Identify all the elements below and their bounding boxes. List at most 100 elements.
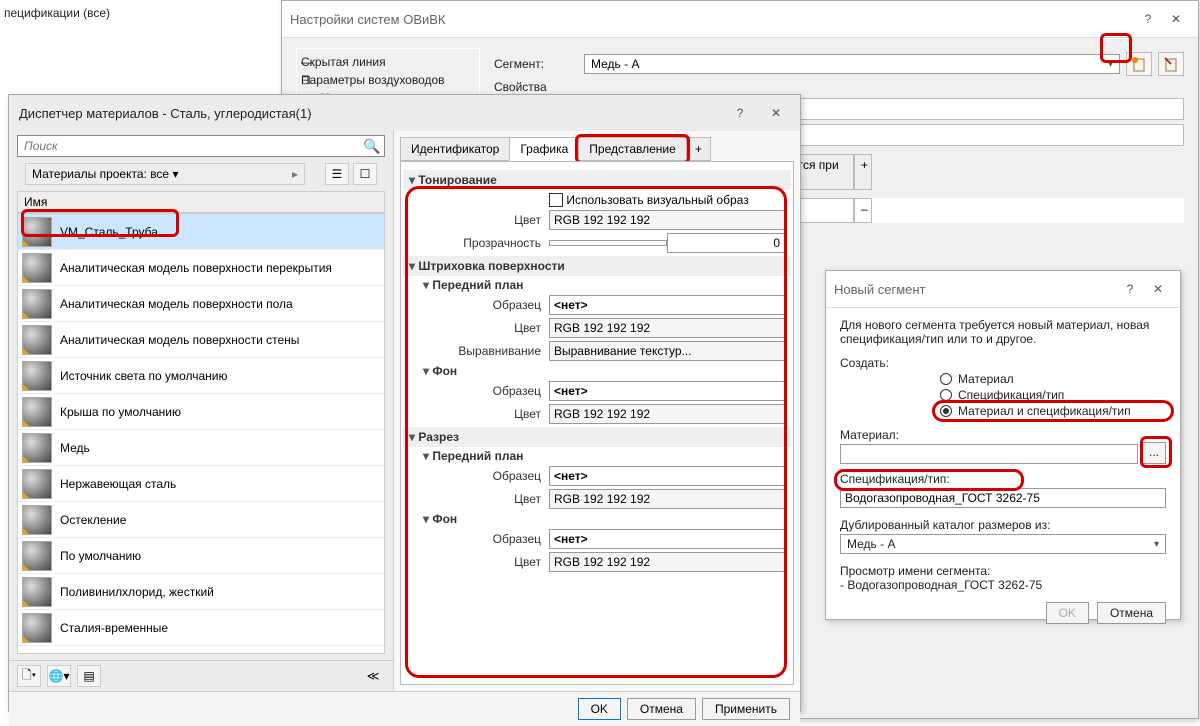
tab-appearance[interactable]: Представление [578, 137, 687, 161]
collapse-panel-icon[interactable]: ≪ [361, 665, 385, 687]
tree-node-hidden-line[interactable]: Скрытая линия [301, 53, 475, 71]
surf-bg-color[interactable]: RGB 192 192 192 [549, 404, 785, 424]
appearance-toggle-icon[interactable]: ▤ [77, 665, 101, 687]
cut-fg[interactable]: Передний план [409, 449, 785, 463]
search-input[interactable] [18, 136, 360, 156]
material-item-label: Крыша по умолчанию [60, 405, 181, 419]
transparency-slider[interactable] [549, 240, 667, 246]
segment-dropdown[interactable]: Медь - A [584, 54, 1120, 74]
ok-button[interactable]: OK [1046, 602, 1089, 624]
shade-color-value[interactable]: RGB 192 192 192 [549, 210, 785, 230]
material-item[interactable]: Остекление [18, 502, 384, 538]
material-item-label: По умолчанию [60, 549, 141, 563]
material-thumb-icon [22, 505, 52, 535]
hvac-titlebar: Настройки систем ОВиВК ? ✕ [282, 1, 1198, 38]
help-icon[interactable]: ? [1134, 7, 1162, 31]
use-render-appearance-checkbox[interactable] [549, 193, 563, 207]
material-thumb-icon [22, 469, 52, 499]
radio-both[interactable]: Материал и спецификация/тип [940, 404, 1166, 418]
surf-bg-pattern[interactable]: <нет> [549, 381, 785, 401]
section-cut-pattern[interactable]: Разрез [403, 427, 791, 447]
tab-identifier[interactable]: Идентификатор [400, 137, 510, 161]
material-thumb-icon [22, 253, 52, 283]
cut-fg-color[interactable]: RGB 192 192 192 [549, 489, 785, 509]
material-item[interactable]: Крыша по умолчанию [18, 394, 384, 430]
cut-fg-pattern[interactable]: <нет> [549, 466, 785, 486]
material-item[interactable]: Нержавеющая сталь [18, 466, 384, 502]
hvac-title: Настройки систем ОВиВК [290, 12, 446, 27]
new-material-icon[interactable]: 🗋▾ [17, 665, 41, 687]
material-thumb-icon [22, 541, 52, 571]
material-item-label: Сталия-временные [60, 621, 168, 635]
material-item-label: Аналитическая модель поверхности перекры… [60, 261, 332, 275]
material-item[interactable]: Источник света по умолчанию [18, 358, 384, 394]
material-item[interactable]: Аналитическая модель поверхности пола [18, 286, 384, 322]
material-browser-window: Диспетчер материалов - Сталь, углеродист… [8, 94, 801, 712]
material-item-label: Нержавеющая сталь [60, 477, 176, 491]
cancel-button[interactable]: Отмена [627, 698, 696, 720]
section-shading[interactable]: Тонирование [403, 170, 791, 190]
material-item[interactable]: Аналитическая модель поверхности стены [18, 322, 384, 358]
props-label: Свойства [494, 80, 584, 94]
search-box[interactable]: 🔍 [17, 135, 385, 157]
material-item[interactable]: Поливинилхлорид, жесткий [18, 574, 384, 610]
preview-value: - Водогазопроводная_ГОСТ 3262-75 [840, 578, 1166, 592]
list-column-name[interactable]: Имя [17, 191, 385, 213]
material-thumb-icon [22, 361, 52, 391]
surf-fg-color[interactable]: RGB 192 192 192 [549, 318, 785, 338]
close-icon[interactable]: ✕ [1144, 277, 1172, 301]
library-icon[interactable]: 🌐▾ [47, 665, 71, 687]
view-list-icon[interactable]: ☰ [325, 163, 349, 185]
surf-fg-pattern[interactable]: <нет> [549, 295, 785, 315]
cancel-button[interactable]: Отмена [1097, 602, 1166, 624]
row-remove[interactable]: – [854, 198, 872, 223]
material-thumb-icon [22, 289, 52, 319]
cut-bg-color[interactable]: RGB 192 192 192 [549, 552, 785, 572]
help-icon[interactable]: ? [726, 101, 754, 125]
material-browser-title: Диспетчер материалов - Сталь, углеродист… [19, 106, 312, 121]
shade-color-label: Цвет [419, 213, 549, 227]
material-item[interactable]: Сталия-временные [18, 610, 384, 646]
radio-material[interactable]: Материал [940, 372, 1166, 386]
close-icon[interactable]: ✕ [1162, 7, 1190, 31]
apply-button[interactable]: Применить [702, 698, 790, 720]
tree-node-duct-params[interactable]: Параметры воздуховодов [301, 71, 475, 89]
cut-bg-pattern[interactable]: <нет> [549, 529, 785, 549]
section-surface-pattern[interactable]: Штриховка поверхности [403, 256, 791, 276]
project-materials-crumb[interactable]: Материалы проекта: все ▾ [25, 163, 305, 185]
surf-fg-align[interactable]: Выравнивание текстур... [549, 341, 785, 361]
delete-segment-button[interactable] [1158, 52, 1184, 76]
help-icon[interactable]: ? [1116, 277, 1144, 301]
transparency-value[interactable]: 0 [667, 233, 785, 253]
search-icon[interactable]: 🔍 [360, 136, 384, 156]
dup-catalog-dropdown[interactable]: Медь - A [840, 534, 1166, 554]
ok-button[interactable]: OK [578, 698, 621, 720]
tab-graphics[interactable]: Графика [509, 137, 579, 161]
material-input[interactable] [840, 444, 1138, 464]
materials-list[interactable]: VM_Сталь_Труба Аналитическая модель повер… [17, 213, 385, 654]
segment-label: Сегмент: [494, 57, 584, 71]
close-icon[interactable]: ✕ [762, 101, 790, 125]
material-item-label: Аналитическая модель поверхности пола [60, 297, 293, 311]
material-item[interactable]: VM_Сталь_Труба [18, 214, 384, 250]
material-label: Материал: [840, 428, 1166, 442]
material-item-label: Аналитическая модель поверхности стены [60, 333, 299, 347]
material-item[interactable]: Медь [18, 430, 384, 466]
tab-add[interactable]: + [686, 137, 711, 161]
spec-input[interactable] [840, 488, 1166, 508]
surface-bg[interactable]: Фон [409, 364, 785, 378]
radio-spec[interactable]: Спецификация/тип [940, 388, 1166, 402]
transparency-label: Прозрачность [419, 236, 549, 250]
new-segment-button[interactable] [1126, 52, 1152, 76]
material-item[interactable]: По умолчанию [18, 538, 384, 574]
surface-fg[interactable]: Передний план [409, 278, 785, 292]
material-item-label: Поливинилхлорид, жесткий [60, 585, 214, 599]
material-item[interactable]: Аналитическая модель поверхности перекры… [18, 250, 384, 286]
material-item-label: Остекление [60, 513, 126, 527]
browse-material-button[interactable]: ... [1142, 442, 1166, 464]
use-render-label: Использовать визуальный образ [566, 193, 748, 207]
col-add[interactable]: + [854, 154, 872, 190]
material-thumb-icon [22, 325, 52, 355]
cut-bg[interactable]: Фон [409, 512, 785, 526]
view-grid-icon[interactable]: ☐ [353, 163, 377, 185]
